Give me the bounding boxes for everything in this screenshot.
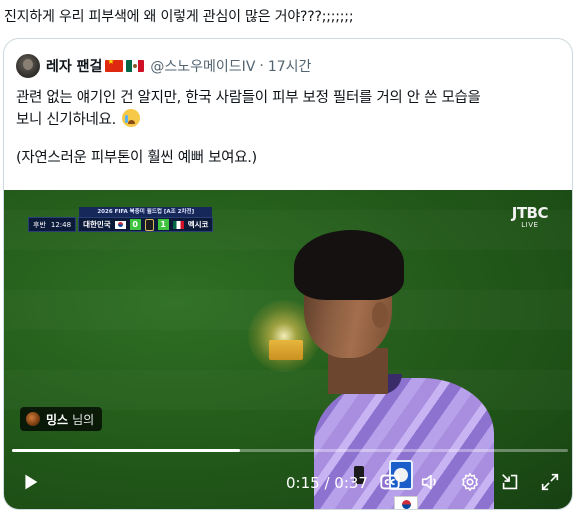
video-progress-bar[interactable] xyxy=(12,449,568,452)
match-clock: 후반 12:48 xyxy=(28,217,77,232)
home-team-name: 대한민국 xyxy=(83,220,111,229)
live-badge: LIVE xyxy=(521,221,539,229)
play-button[interactable] xyxy=(16,468,44,496)
fullscreen-icon xyxy=(541,473,559,491)
separator-dot: · xyxy=(259,58,264,74)
quoted-post-card[interactable]: 레자 팬걸 @스노우메이드IV · 17시간 관련 없는 얘기인 건 알지만, … xyxy=(3,38,573,510)
body-line: 보니 신기하네요. xyxy=(16,109,562,131)
avatar[interactable] xyxy=(16,54,40,78)
video-controls: 0:15 / 0:37 xyxy=(4,462,572,502)
korea-flag-icon xyxy=(114,220,126,229)
source-avatar xyxy=(26,412,40,426)
tournament-title: 2026 FIFA 북중미 월드컵 [A조 2차전] xyxy=(79,207,213,217)
broadcaster-name: JTBC xyxy=(511,204,549,222)
post-timestamp[interactable]: 17시간 xyxy=(268,56,312,76)
volume-icon xyxy=(421,474,436,490)
video-progress-fill xyxy=(12,449,240,452)
video-source-tag[interactable]: 밍스 님의 xyxy=(20,407,103,431)
video-player[interactable]: 후반 12:48 2026 FIFA 북중미 월드컵 [A조 2차전] 대한민국… xyxy=(4,190,572,509)
match-time: 12:48 xyxy=(50,220,72,229)
away-team-name: 멕시코 xyxy=(187,220,209,229)
play-icon xyxy=(25,474,38,490)
match-half: 후반 xyxy=(33,220,46,229)
minimize-icon xyxy=(502,474,518,490)
mexico-flag-icon xyxy=(126,60,145,72)
duration: 0:37 xyxy=(334,474,368,492)
tournament-crest-icon xyxy=(144,218,154,231)
captions-button[interactable] xyxy=(376,468,404,496)
broadcaster-logo: JTBC LIVE xyxy=(511,204,549,229)
volume-button[interactable] xyxy=(416,468,444,496)
away-score: 1 xyxy=(157,219,169,230)
body-line: 관련 없는 얘기인 건 알지만, 한국 사람들이 피부 보정 필터를 거의 안 … xyxy=(16,90,481,106)
quoted-post-header: 레자 팬걸 @스노우메이드IV · 17시간 xyxy=(16,53,311,79)
minimize-player-button[interactable] xyxy=(496,468,524,496)
time-separator: / xyxy=(319,474,335,492)
settings-icon xyxy=(462,473,478,491)
display-name[interactable]: 레자 팬걸 xyxy=(46,56,102,76)
source-suffix: 님의 xyxy=(72,412,95,427)
scoreline: 2026 FIFA 북중미 월드컵 [A조 2차전] 대한민국 0 1 멕시코 xyxy=(78,207,214,232)
user-handle[interactable]: @스노우메이드IV xyxy=(150,56,255,76)
mexico-flag-icon xyxy=(172,220,184,229)
settings-button[interactable] xyxy=(456,468,484,496)
captions-icon xyxy=(380,474,400,490)
home-score: 0 xyxy=(129,219,141,230)
source-name[interactable]: 밍스 xyxy=(46,411,68,428)
fullscreen-button[interactable] xyxy=(536,468,564,496)
post-text: 진지하게 우리 피부색에 왜 이렇게 관심이 많은 거야???;;;;;;; xyxy=(4,9,354,25)
body-line-text: 보니 신기하네요. xyxy=(16,112,116,128)
china-flag-icon xyxy=(105,60,124,72)
current-time: 0:15 xyxy=(286,474,320,492)
scorebug: 후반 12:48 2026 FIFA 북중미 월드컵 [A조 2차전] 대한민국… xyxy=(28,206,214,232)
video-timecode: 0:15 / 0:37 xyxy=(286,474,368,492)
body-line: (자연스러운 피부톤이 훨씬 예뻐 보여요.) xyxy=(16,150,257,166)
quoted-post-body: 관련 없는 얘기인 건 알지만, 한국 사람들이 피부 보정 필터를 거의 안 … xyxy=(16,87,562,169)
crying-face-emoji-icon xyxy=(122,109,141,127)
